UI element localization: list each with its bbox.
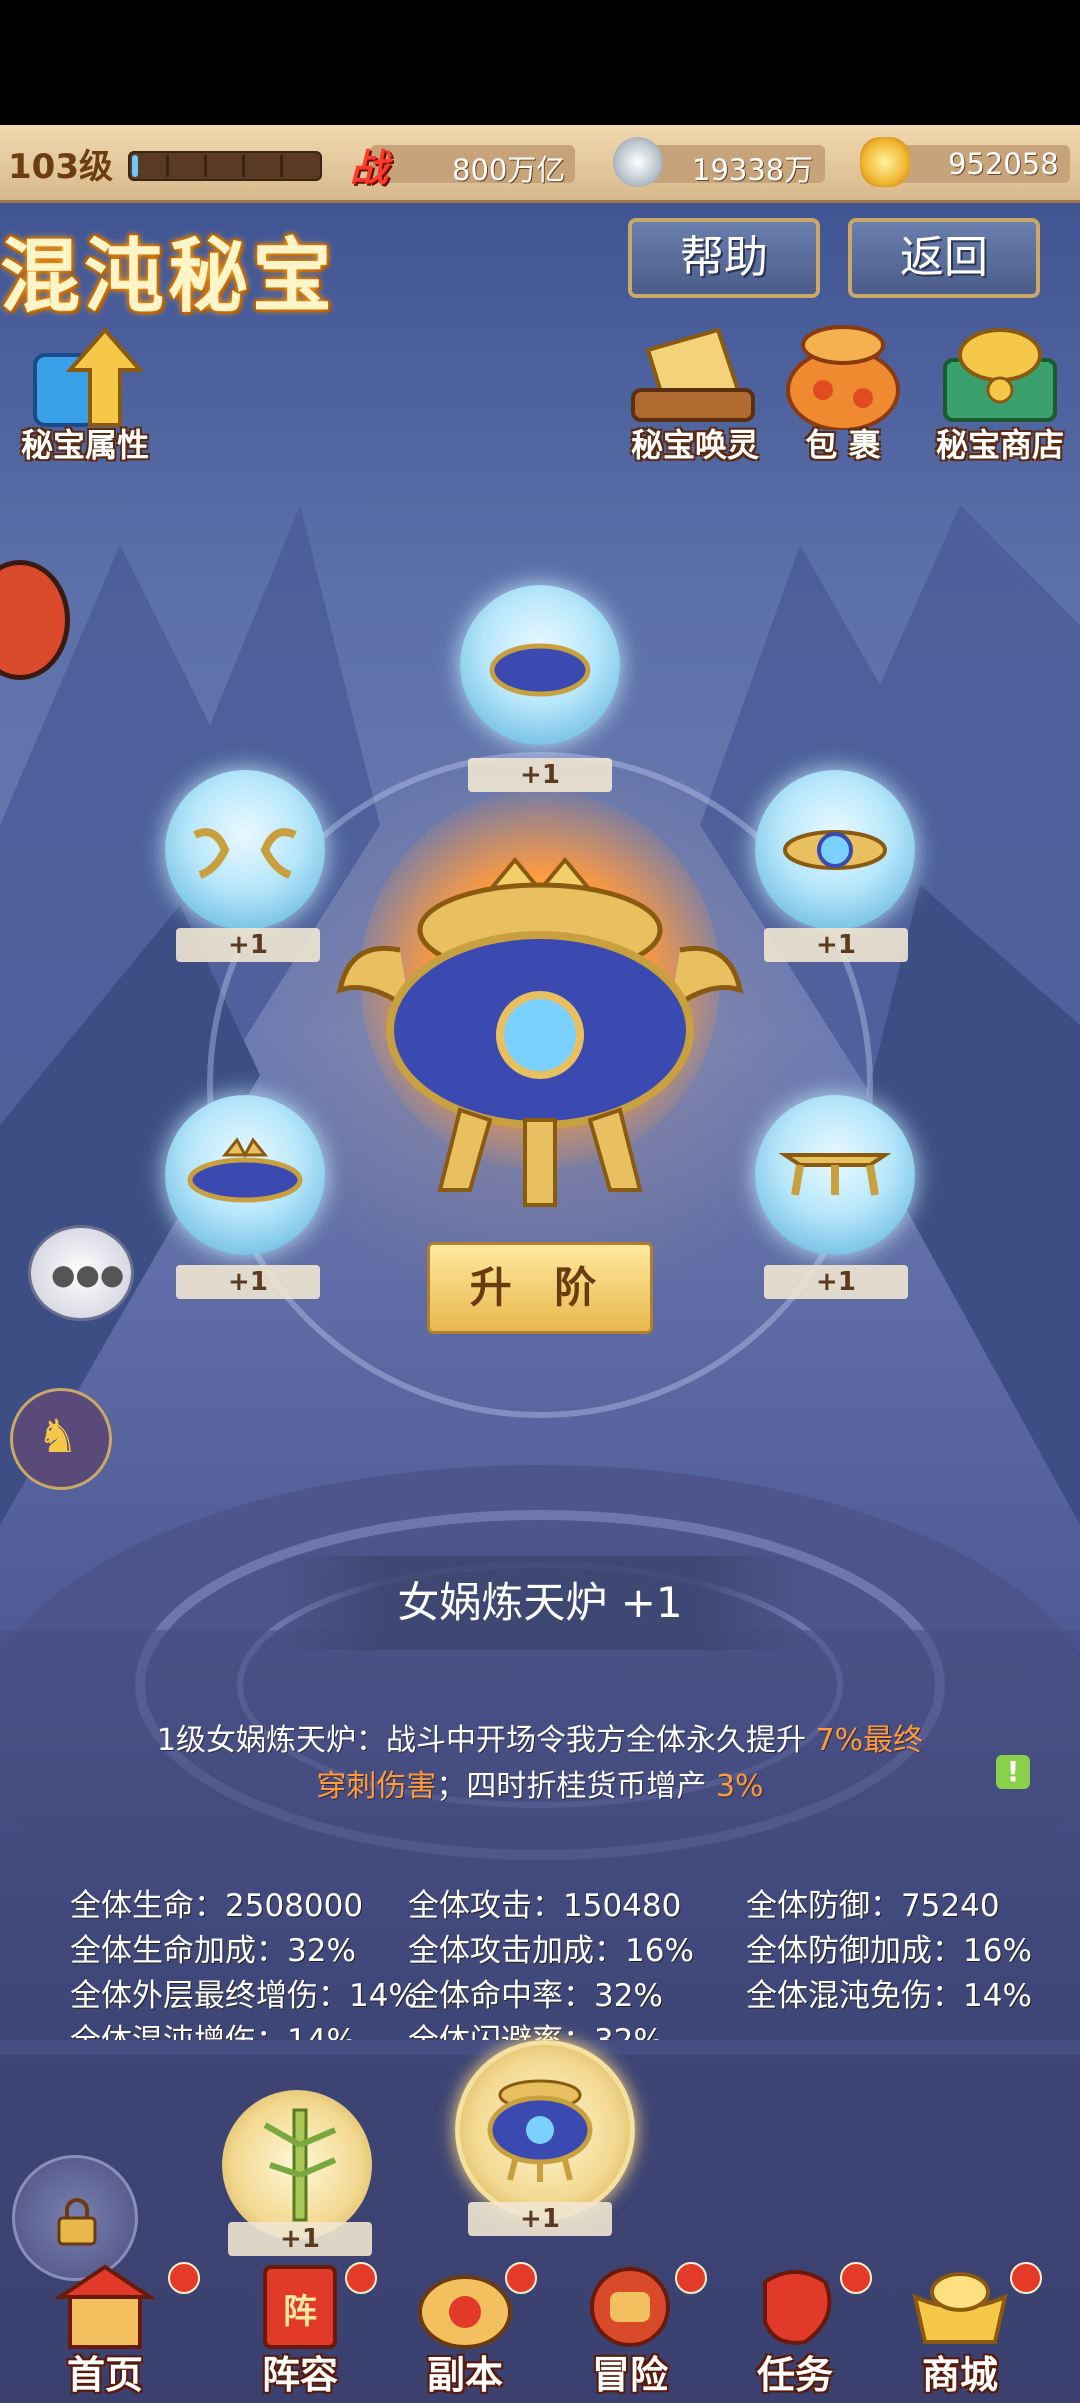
description-text: ；四时折桂货币增产 (436, 1769, 716, 1804)
stat-value: 全体攻击：150480 (408, 1888, 682, 1924)
attribute-upgrade-icon (33, 326, 145, 427)
experience-fill (132, 155, 138, 177)
status-bar: 103级 战 800万亿 19338万 952058 (0, 125, 1080, 203)
notification-dot (345, 2262, 377, 2294)
gold-ingot-icon (860, 137, 910, 187)
stat-value: 全体防御：75240 (746, 1888, 1000, 1924)
cauldron-body-icon (489, 643, 591, 697)
home-icon (55, 2264, 155, 2349)
nav-adventure[interactable]: 冒险 (555, 2262, 707, 2403)
lock-icon (57, 2198, 97, 2246)
fist-icon (590, 2267, 670, 2347)
description-text: 1级女娲炼天炉：战斗中开场令我方全体永久提升 (156, 1723, 816, 1758)
notification-dot (168, 2262, 200, 2294)
nav-label: 副本 (426, 2353, 503, 2397)
task-icon (763, 2270, 832, 2345)
description-highlight: 7%最终 (815, 1723, 924, 1758)
stat-value: 全体命中率：32% (408, 1978, 663, 2014)
nav-lineup[interactable]: 阵 阵容 (225, 2262, 377, 2403)
help-button[interactable]: 帮助 (628, 218, 820, 298)
stat-value: 全体防御加成：16% (746, 1933, 1032, 1969)
nav-tasks[interactable]: 任务 (720, 2262, 872, 2403)
info-icon[interactable]: ! (996, 1755, 1030, 1789)
stat-value: 全体攻击加成：16% (408, 1933, 694, 1969)
silver-amount: 19338万 (692, 153, 814, 187)
nav-label: 阵容 (261, 2353, 338, 2397)
description-highlight: 穿刺伤害 (316, 1769, 437, 1804)
combat-power: 800万亿 (452, 153, 566, 187)
nav-shop[interactable]: 商城 (885, 2262, 1042, 2403)
back-button[interactable]: 返回 (848, 218, 1040, 298)
handles-icon (193, 828, 297, 879)
item-description: 1级女娲炼天炉：战斗中开场令我方全体永久提升 7%最终 穿刺伤害；四时折桂货币增… (0, 1718, 1080, 1810)
lineup-glyph: 阵 (283, 2292, 317, 2332)
bamboo-icon (263, 2108, 337, 2222)
notification-dot (675, 2262, 707, 2294)
treasure-summon-label: 秘宝唤灵 (630, 426, 759, 464)
lid-icon (187, 1137, 303, 1203)
cauldron-artwork (336, 856, 744, 1207)
nav-dungeon[interactable]: 副本 (390, 2262, 540, 2403)
silver-coin-icon (613, 137, 663, 187)
bag-icon (786, 325, 900, 430)
part-level-badge: +1 (764, 1265, 908, 1299)
ornament-icon (783, 830, 887, 870)
stat-value: 全体混沌增伤：14% (70, 2015, 356, 2040)
nav-label: 商城 (921, 2353, 998, 2397)
part-level-badge: +1 (176, 1265, 320, 1299)
stat-value: 全体生命加成：32% (70, 1933, 356, 1969)
notification-dot (840, 2262, 872, 2294)
legs-icon (778, 1153, 892, 1196)
stat-value: 全体混沌免伤：14% (746, 1978, 1032, 2014)
gold-amount: 952058 (948, 147, 1059, 181)
stats-grid: 全体生命：2508000 全体攻击：150480 全体防御：75240 全体生命… (0, 1880, 1080, 2040)
upgrade-button[interactable]: 升 阶 (427, 1242, 653, 1334)
player-level: 103级 (8, 147, 113, 187)
rabbit-icon: ♞ (37, 1409, 79, 1463)
item-name: 女娲炼天炉 +1 (280, 1556, 800, 1650)
notification-dot (1010, 2262, 1042, 2294)
stat-value: 全体生命：2508000 (70, 1888, 364, 1924)
scroll-summon-icon (631, 327, 755, 422)
treasure-shop-label: 秘宝商店 (935, 426, 1064, 464)
page-title: 混沌秘宝 (0, 229, 336, 323)
stat-value: 全体闪避率：32% (408, 2015, 663, 2040)
nav-home[interactable]: 首页 (30, 2262, 200, 2403)
notification-dot (505, 2262, 537, 2294)
part-level-badge: +1 (468, 758, 612, 792)
treasure-attributes-label: 秘宝属性 (20, 426, 149, 464)
stat-value: 全体外层最终增伤：14% (70, 1978, 418, 2014)
experience-bar (128, 151, 322, 181)
nav-label: 任务 (756, 2353, 833, 2397)
chat-cloud-button[interactable]: ●●● (28, 1225, 134, 1321)
dungeon-icon (418, 2275, 512, 2349)
cauldron-thumbnail-icon (487, 2079, 593, 2182)
nav-label: 冒险 (591, 2353, 668, 2397)
treasure-chest-icon (943, 328, 1057, 422)
mascot-button[interactable]: ♞ (10, 1388, 112, 1490)
part-level-badge: +1 (764, 928, 908, 962)
chat-dots-icon: ●●● (51, 1258, 125, 1291)
description-highlight: 3% (715, 1769, 764, 1804)
treasure-level-badge: +1 (228, 2222, 372, 2256)
power-icon: 战 (350, 146, 389, 190)
treasure-level-badge: +1 (468, 2202, 612, 2236)
bag-label: 包 裹 (805, 426, 881, 464)
gold-ingot-shop-icon (912, 2272, 1008, 2344)
part-level-badge: +1 (176, 928, 320, 962)
nav-label: 首页 (66, 2353, 143, 2397)
